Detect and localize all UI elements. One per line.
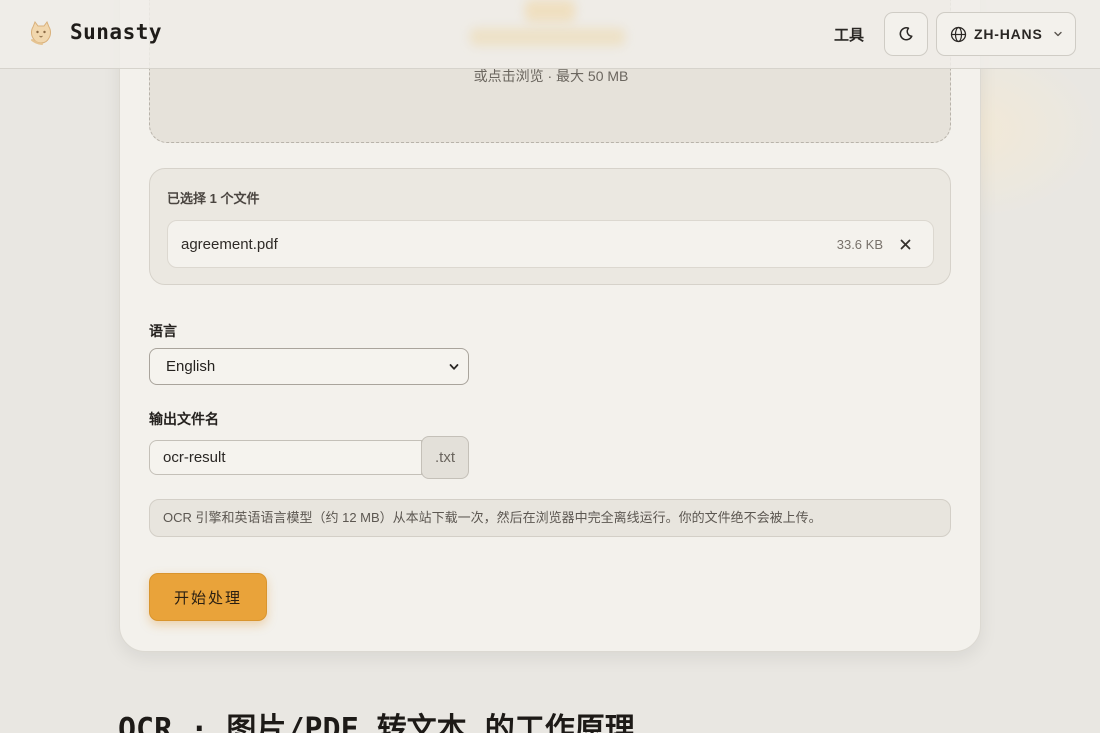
theme-toggle-button[interactable]: [884, 12, 928, 56]
language-select-value: English: [166, 358, 216, 375]
selected-files-title: 已选择 1 个文件: [167, 191, 260, 206]
cat-logo-icon[interactable]: [26, 18, 56, 48]
language-select[interactable]: English: [149, 348, 469, 385]
nav-tools-link[interactable]: 工具: [834, 24, 864, 45]
chevron-down-icon: [1053, 31, 1062, 37]
language-switcher-button[interactable]: ZH-HANS: [936, 12, 1076, 56]
file-size: 33.6 KB: [836, 237, 883, 252]
start-processing-button[interactable]: 开始处理: [149, 573, 267, 621]
file-extension: .txt: [421, 436, 469, 479]
offline-notice: OCR 引擎和英语语言模型（约 12 MB）从本站下载一次，然后在浏览器中完全离…: [149, 499, 951, 537]
dropzone-hint: 或点击浏览 · 最大 50 MB: [473, 68, 629, 84]
section-title: OCR · 图片/PDF 转文本 的工作原理: [118, 712, 635, 733]
file-name: agreement.pdf: [181, 236, 278, 253]
header-ghost-top: [525, 0, 575, 22]
chevron-down-icon: [449, 364, 459, 370]
selected-files-panel: 已选择 1 个文件 agreement.pdf 33.6 KB: [149, 168, 951, 285]
globe-icon: [950, 26, 967, 42]
output-filename-label: 输出文件名: [149, 411, 219, 427]
brand-name[interactable]: Sunasty: [70, 20, 162, 44]
language-switcher-label: ZH-HANS: [974, 26, 1043, 42]
language-label: 语言: [149, 323, 177, 339]
remove-file-button[interactable]: [895, 234, 915, 254]
top-header: Sunasty 工具 ZH-HANS: [0, 0, 1100, 69]
file-item: agreement.pdf 33.6 KB: [167, 220, 934, 268]
output-filename-input[interactable]: ocr-result: [149, 440, 422, 475]
close-icon: [900, 239, 910, 249]
moon-icon: [899, 27, 913, 41]
header-ghost: [470, 28, 625, 46]
